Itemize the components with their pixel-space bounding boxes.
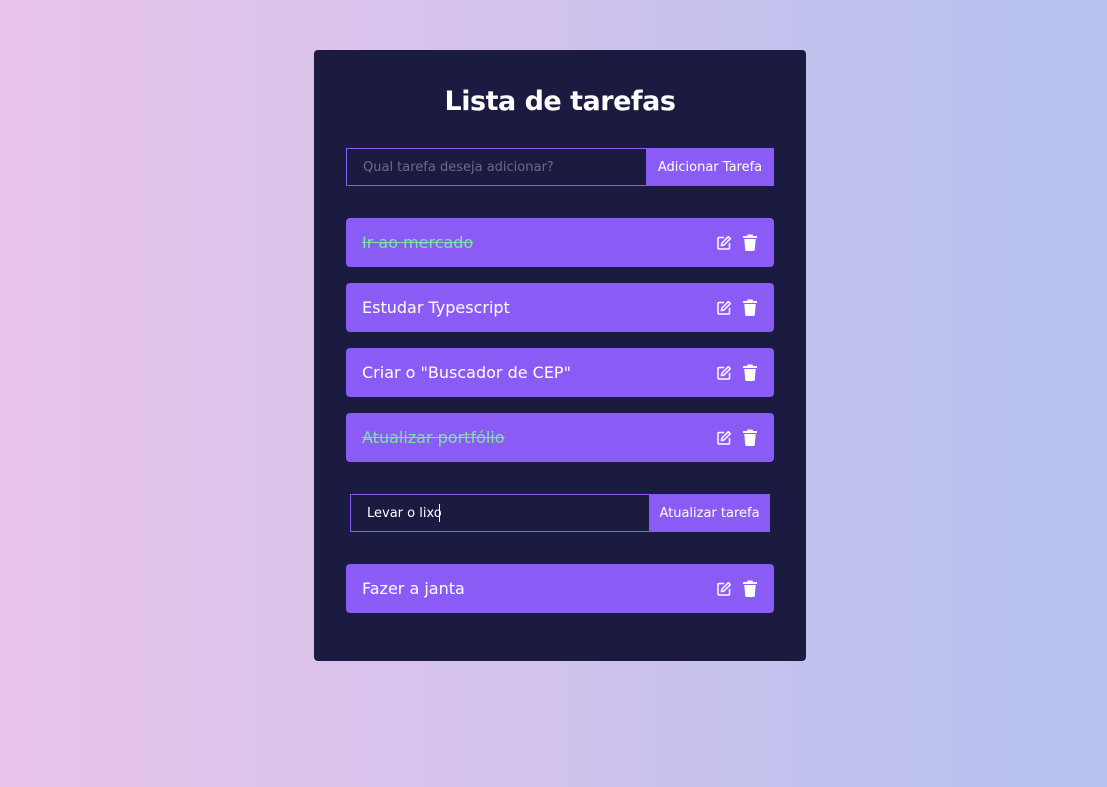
trash-icon[interactable]: [742, 234, 758, 251]
page-title: Lista de tarefas: [444, 86, 676, 117]
edit-icon[interactable]: [716, 430, 732, 446]
edit-icon[interactable]: [716, 581, 732, 597]
task-item: Criar o "Buscador de CEP": [346, 348, 774, 397]
edit-task-form: Atualizar tarefa: [350, 494, 770, 532]
task-item: Ir ao mercado: [346, 218, 774, 267]
task-text[interactable]: Estudar Typescript: [362, 298, 510, 317]
trash-icon[interactable]: [742, 299, 758, 316]
todo-card: Lista de tarefas Adicionar Tarefa Ir ao …: [314, 50, 806, 661]
task-actions: [716, 364, 758, 381]
task-text[interactable]: Fazer a janta: [362, 579, 465, 598]
trash-icon[interactable]: [742, 580, 758, 597]
task-item: Atualizar portfólio: [346, 413, 774, 462]
task-actions: [716, 299, 758, 316]
task-text[interactable]: Ir ao mercado: [362, 233, 473, 252]
new-task-input[interactable]: [346, 148, 646, 186]
task-text[interactable]: Criar o "Buscador de CEP": [362, 363, 571, 382]
add-task-form: Adicionar Tarefa: [346, 148, 774, 186]
trash-icon[interactable]: [742, 429, 758, 446]
task-item: Fazer a janta: [346, 564, 774, 613]
edit-icon[interactable]: [716, 300, 732, 316]
edit-task-input[interactable]: [350, 494, 649, 532]
trash-icon[interactable]: [742, 364, 758, 381]
task-actions: [716, 429, 758, 446]
edit-icon[interactable]: [716, 235, 732, 251]
task-actions: [716, 234, 758, 251]
update-task-button[interactable]: Atualizar tarefa: [649, 494, 770, 532]
text-cursor: [439, 504, 440, 522]
task-item: Estudar Typescript: [346, 283, 774, 332]
add-task-button[interactable]: Adicionar Tarefa: [646, 148, 774, 186]
task-text[interactable]: Atualizar portfólio: [362, 428, 505, 447]
task-actions: [716, 580, 758, 597]
edit-icon[interactable]: [716, 365, 732, 381]
